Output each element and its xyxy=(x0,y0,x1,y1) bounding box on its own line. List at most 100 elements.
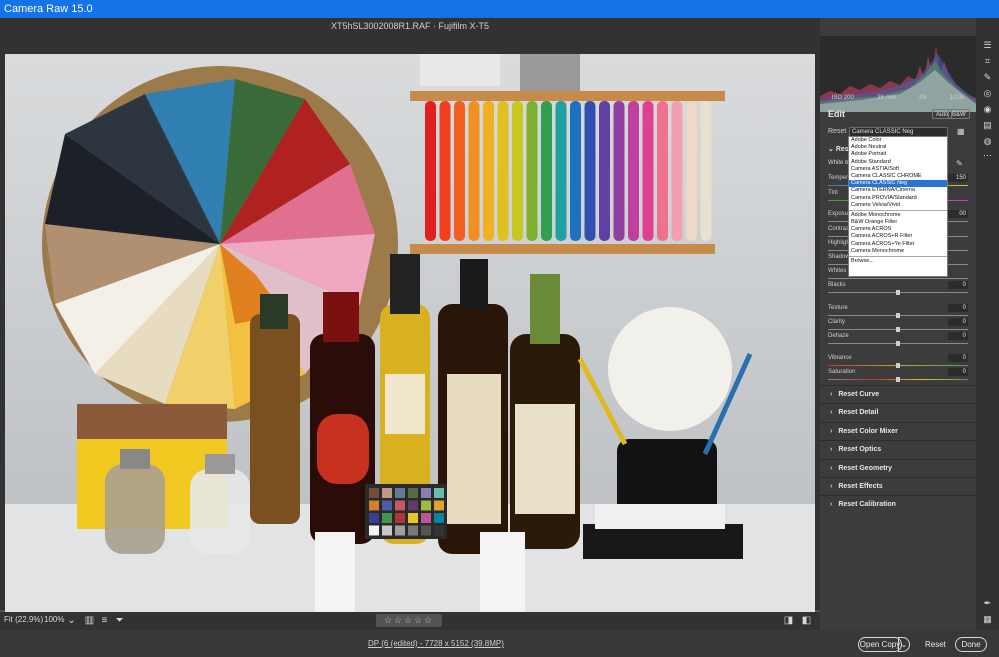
done-button[interactable]: Done xyxy=(955,637,987,652)
chevron-down-icon[interactable]: ⌄ xyxy=(66,615,77,626)
reset-button[interactable]: Reset xyxy=(925,640,946,649)
thread-skein xyxy=(497,101,509,241)
open-copy-button[interactable]: Open Copy xyxy=(858,637,902,652)
section-reset-detail[interactable]: › Reset Detail xyxy=(820,403,976,421)
thread-skein xyxy=(439,101,451,241)
grid-icon[interactable]: ▦ xyxy=(982,614,993,625)
texture-thumb[interactable] xyxy=(896,313,900,318)
clarity-thumb[interactable] xyxy=(896,327,900,332)
profile-option[interactable]: Camera Monochrome xyxy=(849,248,947,255)
blacks-track[interactable] xyxy=(828,290,968,295)
saturation-thumb[interactable] xyxy=(896,377,900,382)
texture-value[interactable]: 0 xyxy=(948,304,968,312)
healing-brush-icon[interactable]: ✎ xyxy=(982,72,993,83)
whites-track[interactable] xyxy=(828,278,968,279)
more-icon[interactable]: ⋯ xyxy=(982,150,993,161)
blacks-thumb[interactable] xyxy=(896,290,900,295)
profile-option[interactable]: Camera Velvia/Vivid xyxy=(849,202,947,209)
profile-option[interactable]: Adobe Neutral xyxy=(849,144,947,151)
zoom-fit-label[interactable]: Fit (22.9%) xyxy=(4,615,43,624)
edit-sliders-icon[interactable]: ☰ xyxy=(982,40,993,51)
image-canvas[interactable] xyxy=(0,34,820,626)
section-reset-geometry[interactable]: › Reset Geometry xyxy=(820,458,976,477)
profile-option[interactable]: Camera ACROS+Ye Filter xyxy=(849,241,947,248)
profile-dropdown[interactable]: Adobe Color Adobe Neutral Adobe Portrait Ad… xyxy=(848,136,948,277)
checker-patch xyxy=(421,500,431,511)
dehaze-value[interactable]: 0 xyxy=(948,332,968,340)
profile-option[interactable]: Camera CLASSIC CHROME xyxy=(849,173,947,180)
thread-skein xyxy=(541,101,552,241)
section-reset-color-mixer[interactable]: › Reset Color Mixer xyxy=(820,421,976,440)
profile-browser-icon[interactable]: ▦ xyxy=(957,127,965,136)
zoom-100-label[interactable]: 100% xyxy=(44,615,64,624)
red-eye-icon[interactable]: ◉ xyxy=(982,104,993,115)
profile-option[interactable]: Camera PROVIA/Standard xyxy=(849,195,947,202)
profile-option[interactable]: Adobe Color xyxy=(849,137,947,144)
section-reset-calibration[interactable]: › Reset Calibration xyxy=(820,495,976,513)
profile-option[interactable]: Camera ASTIA/Soft xyxy=(849,166,947,173)
clarity-value[interactable]: 0 xyxy=(948,318,968,326)
section-reset-effects[interactable]: › Reset Effects xyxy=(820,477,976,495)
texture-track[interactable] xyxy=(828,313,968,318)
star-rating[interactable]: ☆☆☆☆☆ xyxy=(376,614,442,627)
before-after-icon[interactable]: ◨ xyxy=(783,615,794,626)
vibrance-value[interactable]: 0 xyxy=(948,354,968,362)
temperature-value[interactable]: 150 xyxy=(948,174,968,182)
filter-icon[interactable]: ⏷ xyxy=(114,615,125,626)
profile-option[interactable]: Browse... xyxy=(849,258,947,265)
profile-option[interactable]: Camera ACROS xyxy=(849,226,947,233)
thread-skein xyxy=(483,101,494,241)
photo-preview xyxy=(5,54,815,626)
right-panel: ISO 200 36 mm f/8 1/13s Edit Auto B&W Re… xyxy=(820,18,976,630)
saturation-slider[interactable]: Saturation 0 xyxy=(828,368,968,385)
blacks-slider[interactable]: Blacks 0 xyxy=(828,281,968,298)
file-name-bar: XT5hSL3002008R1.RAF · Fujifilm X-T5 xyxy=(0,18,820,34)
saturation-track[interactable] xyxy=(828,377,968,382)
vibrance-thumb[interactable] xyxy=(896,363,900,368)
presets-icon[interactable]: ◍ xyxy=(982,136,993,147)
masking-icon[interactable]: ◎ xyxy=(982,88,993,99)
chevron-right-icon: › xyxy=(830,446,833,454)
blacks-label: Blacks xyxy=(828,282,846,288)
workflow-options-link[interactable]: DP (6 (edited) - 7728 x 5152 (39.8MP) xyxy=(368,639,504,648)
open-options-chevron-icon[interactable]: ⌄ xyxy=(898,637,910,652)
section-reset-optics[interactable]: › Reset Optics xyxy=(820,440,976,458)
thread-skein xyxy=(700,101,712,241)
checker-patch xyxy=(382,513,392,523)
dehaze-thumb[interactable] xyxy=(896,341,900,346)
chevron-right-icon: › xyxy=(830,391,833,398)
profile-option[interactable]: B&W Orange Filter xyxy=(849,219,947,226)
thread-skein xyxy=(599,101,610,241)
checker-patch xyxy=(395,525,405,536)
bw-button[interactable]: B&W xyxy=(948,109,970,119)
edit-title: Edit xyxy=(828,109,845,119)
compare-icon[interactable]: ◧ xyxy=(801,615,812,626)
checker-patch xyxy=(369,500,379,511)
color-sampler-icon[interactable]: ✒ xyxy=(982,598,993,609)
profile-option[interactable]: Camera ETERNA/Cinema xyxy=(849,187,947,194)
dehaze-track[interactable] xyxy=(828,341,968,346)
profile-option[interactable]: Camera CLASSIC Neg xyxy=(849,180,947,188)
snapshots-icon[interactable]: ▤ xyxy=(982,120,993,131)
eyedropper-icon[interactable]: ✎ xyxy=(956,159,963,168)
saturation-value[interactable]: 0 xyxy=(948,368,968,376)
thread-skein xyxy=(468,101,480,241)
filmstrip-icon[interactable]: ▥ xyxy=(84,615,95,626)
dehaze-slider[interactable]: Dehaze 0 xyxy=(828,332,968,349)
profile-option[interactable]: Adobe Standard xyxy=(849,159,947,166)
tool-strip: ☰ ⌗ ✎ ◎ ◉ ▤ ◍ ⋯ ✒ ▦ xyxy=(976,18,999,630)
checker-patch xyxy=(421,488,431,498)
thread-skein xyxy=(512,101,523,241)
checker-patch xyxy=(395,500,405,511)
exposure-value[interactable]: 00 xyxy=(948,210,968,218)
vibrance-track[interactable] xyxy=(828,363,968,368)
clarity-track[interactable] xyxy=(828,327,968,332)
blacks-value[interactable]: 0 xyxy=(948,281,968,289)
profile-option[interactable]: Camera ACROS+R Filter xyxy=(849,233,947,240)
sort-icon[interactable]: ≡ xyxy=(99,615,110,626)
section-reset-curve[interactable]: › Reset Curve xyxy=(820,385,976,403)
crop-icon[interactable]: ⌗ xyxy=(982,56,993,67)
profile-label: Reset xyxy=(828,128,847,135)
profile-option[interactable]: Adobe Portrait xyxy=(849,151,947,158)
profile-option[interactable]: Adobe Monochrome xyxy=(849,212,947,219)
